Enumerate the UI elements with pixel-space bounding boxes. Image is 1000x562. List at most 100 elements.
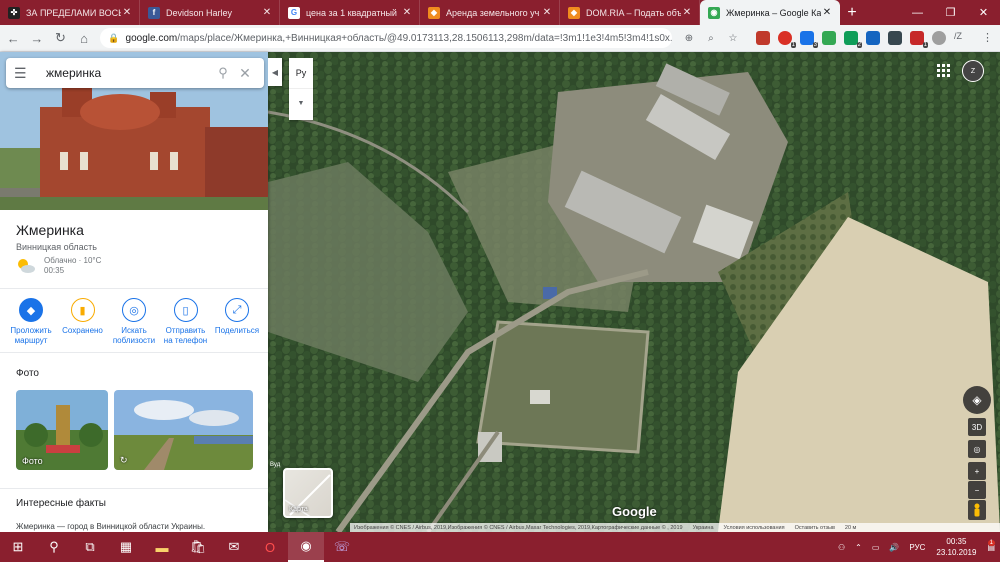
search-icon[interactable]: ⚲ <box>36 532 72 562</box>
task-view-icon[interactable]: ⧉ <box>72 532 108 562</box>
store-icon[interactable]: 🛍 <box>180 532 216 562</box>
close-window-icon[interactable]: ✕ <box>967 0 1000 25</box>
calculator-icon[interactable]: ▦ <box>108 532 144 562</box>
chrome-icon[interactable]: ◉ <box>288 532 324 562</box>
minimize-icon[interactable]: — <box>901 0 934 25</box>
menu-icon[interactable]: ⋮ <box>982 31 996 45</box>
pdf-extension-icon[interactable] <box>755 31 770 45</box>
cloudy-weather-icon <box>18 259 35 273</box>
language-selector[interactable]: Ру ▼ <box>289 58 313 120</box>
nearby-button[interactable]: ◎ Искать поблизости <box>109 298 159 346</box>
close-icon[interactable]: ✕ <box>821 7 833 18</box>
close-icon[interactable]: ✕ <box>681 7 693 18</box>
star-icon[interactable]: ☆ <box>724 29 742 47</box>
close-icon[interactable]: ✕ <box>234 65 256 82</box>
extension-icon[interactable] <box>865 31 880 45</box>
extension-icon[interactable] <box>821 31 836 45</box>
tab-label: Аренда земельного уч <box>446 7 540 18</box>
chevron-down-icon[interactable]: ▼ <box>289 88 313 118</box>
tab-label: DOM.RIA – Подать объ <box>586 7 681 18</box>
country-link[interactable]: Украина <box>693 525 714 531</box>
my-location-icon[interactable]: ◎ <box>968 440 986 458</box>
menu-icon[interactable]: ☰ <box>14 65 34 82</box>
divider <box>0 488 268 489</box>
action-row: ◆ Проложить маршрут ▮ Сохранено ◎ Искать… <box>6 298 262 346</box>
extension-icon[interactable] <box>887 31 902 45</box>
divider <box>0 352 268 353</box>
map-type-toggle[interactable]: Карта <box>283 468 333 518</box>
windows-taskbar: ⊞ ⚲ ⧉ ▦ ▬ 🛍 ✉ O ◉ ☏ ⚇ ⌃ ▭ 🔊 РУС 00:35 23… <box>0 532 1000 562</box>
maps-icon: ◉ <box>708 6 720 19</box>
search-icon[interactable]: ⚲ <box>212 65 234 81</box>
network-icon[interactable]: ▭ <box>872 543 880 552</box>
reload-icon[interactable]: ↻ <box>50 27 71 49</box>
notification-icon[interactable]: ▤ 1 <box>987 539 995 552</box>
directions-button[interactable]: ◆ Проложить маршрут <box>6 298 56 346</box>
location-icon[interactable]: ⊕ <box>680 29 698 47</box>
account-avatar[interactable]: Z <box>962 60 984 82</box>
tab-5[interactable]: ◉ Жмеринка – Google Ка ✕ <box>700 0 840 25</box>
apps-grid-icon[interactable] <box>936 63 952 79</box>
mail-icon[interactable]: ✉ <box>216 532 252 562</box>
extension-icon[interactable]: 2 <box>843 31 862 48</box>
url-input[interactable]: 🔒 google.com /maps/place/Жмеринка,+Винни… <box>100 28 672 48</box>
tab-3[interactable]: ◆ Аренда земельного уч ✕ <box>420 0 560 25</box>
adblock-extension-icon[interactable]: 1 <box>777 31 796 48</box>
new-tab-button[interactable]: + <box>840 0 864 25</box>
windows-start-icon[interactable]: ⊞ <box>0 532 36 562</box>
language-label: Ру <box>295 68 307 78</box>
close-icon[interactable]: ✕ <box>401 7 413 18</box>
back-icon[interactable]: ← <box>3 27 24 49</box>
tab-2[interactable]: G цена за 1 квадратный ✕ <box>280 0 420 25</box>
extension-icon[interactable]: 3 <box>799 31 818 48</box>
tab-4[interactable]: ◆ DOM.RIA – Подать объ ✕ <box>560 0 700 25</box>
scale-label: Вуд <box>270 462 281 468</box>
send-to-phone-icon: ▯ <box>173 298 198 322</box>
zoom-in-button[interactable]: + <box>968 462 986 480</box>
street-view-thumbnail[interactable]: ↻ <box>114 390 253 470</box>
action-label: Искать поблизости <box>112 326 156 345</box>
3d-toggle-button[interactable]: 3D <box>968 418 986 436</box>
people-icon[interactable]: ⚇ <box>838 543 845 552</box>
language-indicator[interactable]: РУС <box>909 543 925 552</box>
scale-indicator[interactable]: 20 м <box>845 525 856 531</box>
close-icon[interactable]: ✕ <box>541 7 553 18</box>
map-type-label: Карта <box>289 506 308 513</box>
photo-thumbnail[interactable]: Фото <box>16 390 108 470</box>
viber-icon[interactable]: ☏ <box>324 532 360 562</box>
tab-0[interactable]: ✜ ЗА ПРЕДЕЛАМИ ВОСЬ ✕ <box>0 0 140 25</box>
forward-icon[interactable]: → <box>27 27 48 49</box>
save-button[interactable]: ▮ Сохранено <box>58 298 108 346</box>
feedback-link[interactable]: Оставить отзыв <box>795 525 835 531</box>
clock[interactable]: 00:35 23.10.2019 <box>936 536 976 558</box>
place-title: Жмеринка <box>16 222 84 238</box>
photos-heading: Фото <box>16 368 39 379</box>
terms-link[interactable]: Условия использования <box>724 525 785 531</box>
pegman-icon[interactable] <box>968 500 986 520</box>
google-logo: Google <box>612 504 657 519</box>
share-button[interactable]: ⤢ Поделиться <box>212 298 262 346</box>
volume-icon[interactable]: 🔊 <box>889 543 899 552</box>
compass-icon[interactable]: ◈ <box>963 386 991 414</box>
close-icon[interactable]: ✕ <box>121 7 133 18</box>
zoom-icon[interactable]: ⌕ <box>702 29 720 47</box>
search-box[interactable]: ☰ жмеринка ⚲ ✕ <box>6 58 264 88</box>
satellite-map[interactable] <box>268 52 1000 532</box>
close-icon[interactable]: ✕ <box>261 7 273 18</box>
zoom-out-button[interactable]: − <box>968 481 986 499</box>
chevron-up-icon[interactable]: ⌃ <box>855 543 862 552</box>
maximize-icon[interactable]: ❐ <box>934 0 967 25</box>
tab-1[interactable]: f Devidson Harley ✕ <box>140 0 280 25</box>
send-to-phone-button[interactable]: ▯ Отправить на телефон <box>161 298 211 346</box>
extension-icon[interactable] <box>931 31 946 45</box>
file-explorer-icon[interactable]: ▬ <box>144 532 180 562</box>
search-input[interactable]: жмеринка <box>46 66 212 80</box>
collapse-panel-button[interactable]: ◀ <box>268 58 282 86</box>
home-icon[interactable]: ⌂ <box>74 27 95 49</box>
abp-extension-icon[interactable]: 1 <box>909 31 928 48</box>
profile-icon[interactable]: /Z <box>954 31 974 45</box>
tab-label: ЗА ПРЕДЕЛАМИ ВОСЬ <box>26 7 121 18</box>
weather-summary: Облачно · 10°C <box>44 256 102 265</box>
photo-caption: Фото <box>22 456 43 466</box>
opera-icon[interactable]: O <box>252 532 288 562</box>
